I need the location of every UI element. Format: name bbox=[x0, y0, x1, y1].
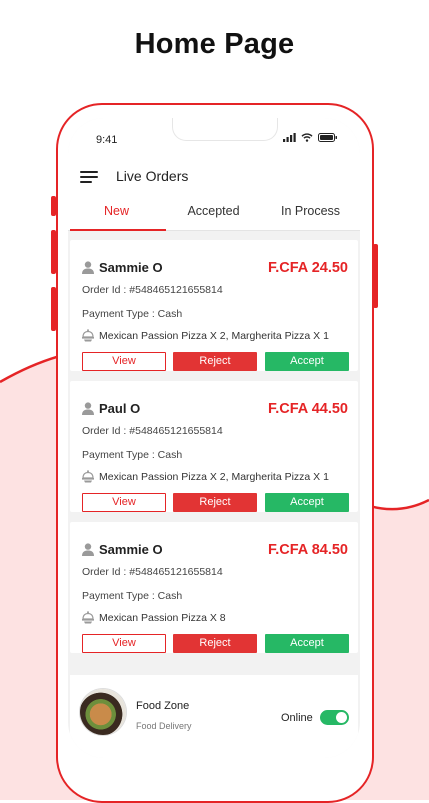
page-headline: Home Page bbox=[134, 28, 295, 60]
status-time: 9:41 bbox=[96, 134, 118, 146]
battery-icon bbox=[318, 133, 337, 142]
food-tray-icon bbox=[82, 611, 94, 624]
order-items: Mexican Passion Pizza X 2, Margherita Pi… bbox=[99, 471, 329, 483]
toggle-knob bbox=[336, 712, 347, 723]
payment-type: Payment Type : Cash bbox=[82, 449, 183, 461]
order-card: Sammie O F.CFA 24.50 Order Id : #5484651… bbox=[70, 240, 358, 371]
order-id: Order Id : #548465121655814 bbox=[82, 566, 223, 578]
view-button[interactable]: View bbox=[82, 493, 166, 512]
view-button[interactable]: View bbox=[82, 352, 166, 371]
wifi-icon bbox=[301, 133, 313, 142]
app-bar: Live Orders bbox=[68, 158, 360, 196]
order-items: Mexican Passion Pizza X 2, Margherita Pi… bbox=[99, 330, 329, 342]
menu-icon[interactable] bbox=[80, 171, 98, 183]
reject-button[interactable]: Reject bbox=[173, 352, 257, 371]
accept-button[interactable]: Accept bbox=[265, 634, 349, 653]
order-price: F.CFA 84.50 bbox=[267, 542, 348, 558]
user-icon bbox=[82, 543, 94, 556]
user-icon bbox=[82, 261, 94, 274]
online-toggle[interactable] bbox=[320, 710, 349, 725]
tab-in-process[interactable]: In Process bbox=[262, 204, 359, 218]
order-card: Sammie O F.CFA 84.50 Order Id : #5484651… bbox=[70, 522, 358, 653]
tab-new[interactable]: New bbox=[68, 204, 165, 218]
status-bar: 9:41 bbox=[68, 118, 360, 158]
phone-screen: 9:41 Live Orders New Accepted In Process… bbox=[68, 118, 360, 758]
status-icons bbox=[283, 133, 338, 142]
accept-button[interactable]: Accept bbox=[265, 352, 349, 371]
payment-type: Payment Type : Cash bbox=[82, 590, 183, 602]
online-status-label: Online bbox=[281, 712, 313, 724]
tab-accepted[interactable]: Accepted bbox=[165, 204, 262, 218]
order-id: Order Id : #548465121655814 bbox=[82, 284, 223, 296]
order-card: Paul O F.CFA 44.50 Order Id : #548465121… bbox=[70, 381, 358, 512]
active-tab-indicator bbox=[70, 229, 166, 231]
payment-type: Payment Type : Cash bbox=[82, 308, 183, 320]
order-price: F.CFA 44.50 bbox=[267, 401, 348, 417]
order-tabs: New Accepted In Process bbox=[68, 196, 360, 231]
shop-type: Food Delivery bbox=[136, 721, 192, 731]
customer-name: Paul O bbox=[99, 401, 141, 416]
customer-name: Sammie O bbox=[99, 260, 163, 275]
accept-button[interactable]: Accept bbox=[265, 493, 349, 512]
shop-status-bar: Food Zone Food Delivery Online bbox=[70, 675, 358, 758]
food-tray-icon bbox=[82, 470, 94, 483]
order-items: Mexican Passion Pizza X 8 bbox=[99, 612, 226, 624]
user-icon bbox=[82, 402, 94, 415]
order-price: F.CFA 24.50 bbox=[267, 260, 348, 276]
shop-avatar bbox=[80, 689, 126, 735]
phone-notch bbox=[172, 118, 278, 141]
signal-icon bbox=[283, 133, 296, 142]
app-bar-title: Live Orders bbox=[116, 168, 189, 184]
reject-button[interactable]: Reject bbox=[173, 493, 257, 512]
view-button[interactable]: View bbox=[82, 634, 166, 653]
customer-name: Sammie O bbox=[99, 542, 163, 557]
food-tray-icon bbox=[82, 329, 94, 342]
order-id: Order Id : #548465121655814 bbox=[82, 425, 223, 437]
shop-name: Food Zone bbox=[136, 700, 190, 712]
reject-button[interactable]: Reject bbox=[173, 634, 257, 653]
